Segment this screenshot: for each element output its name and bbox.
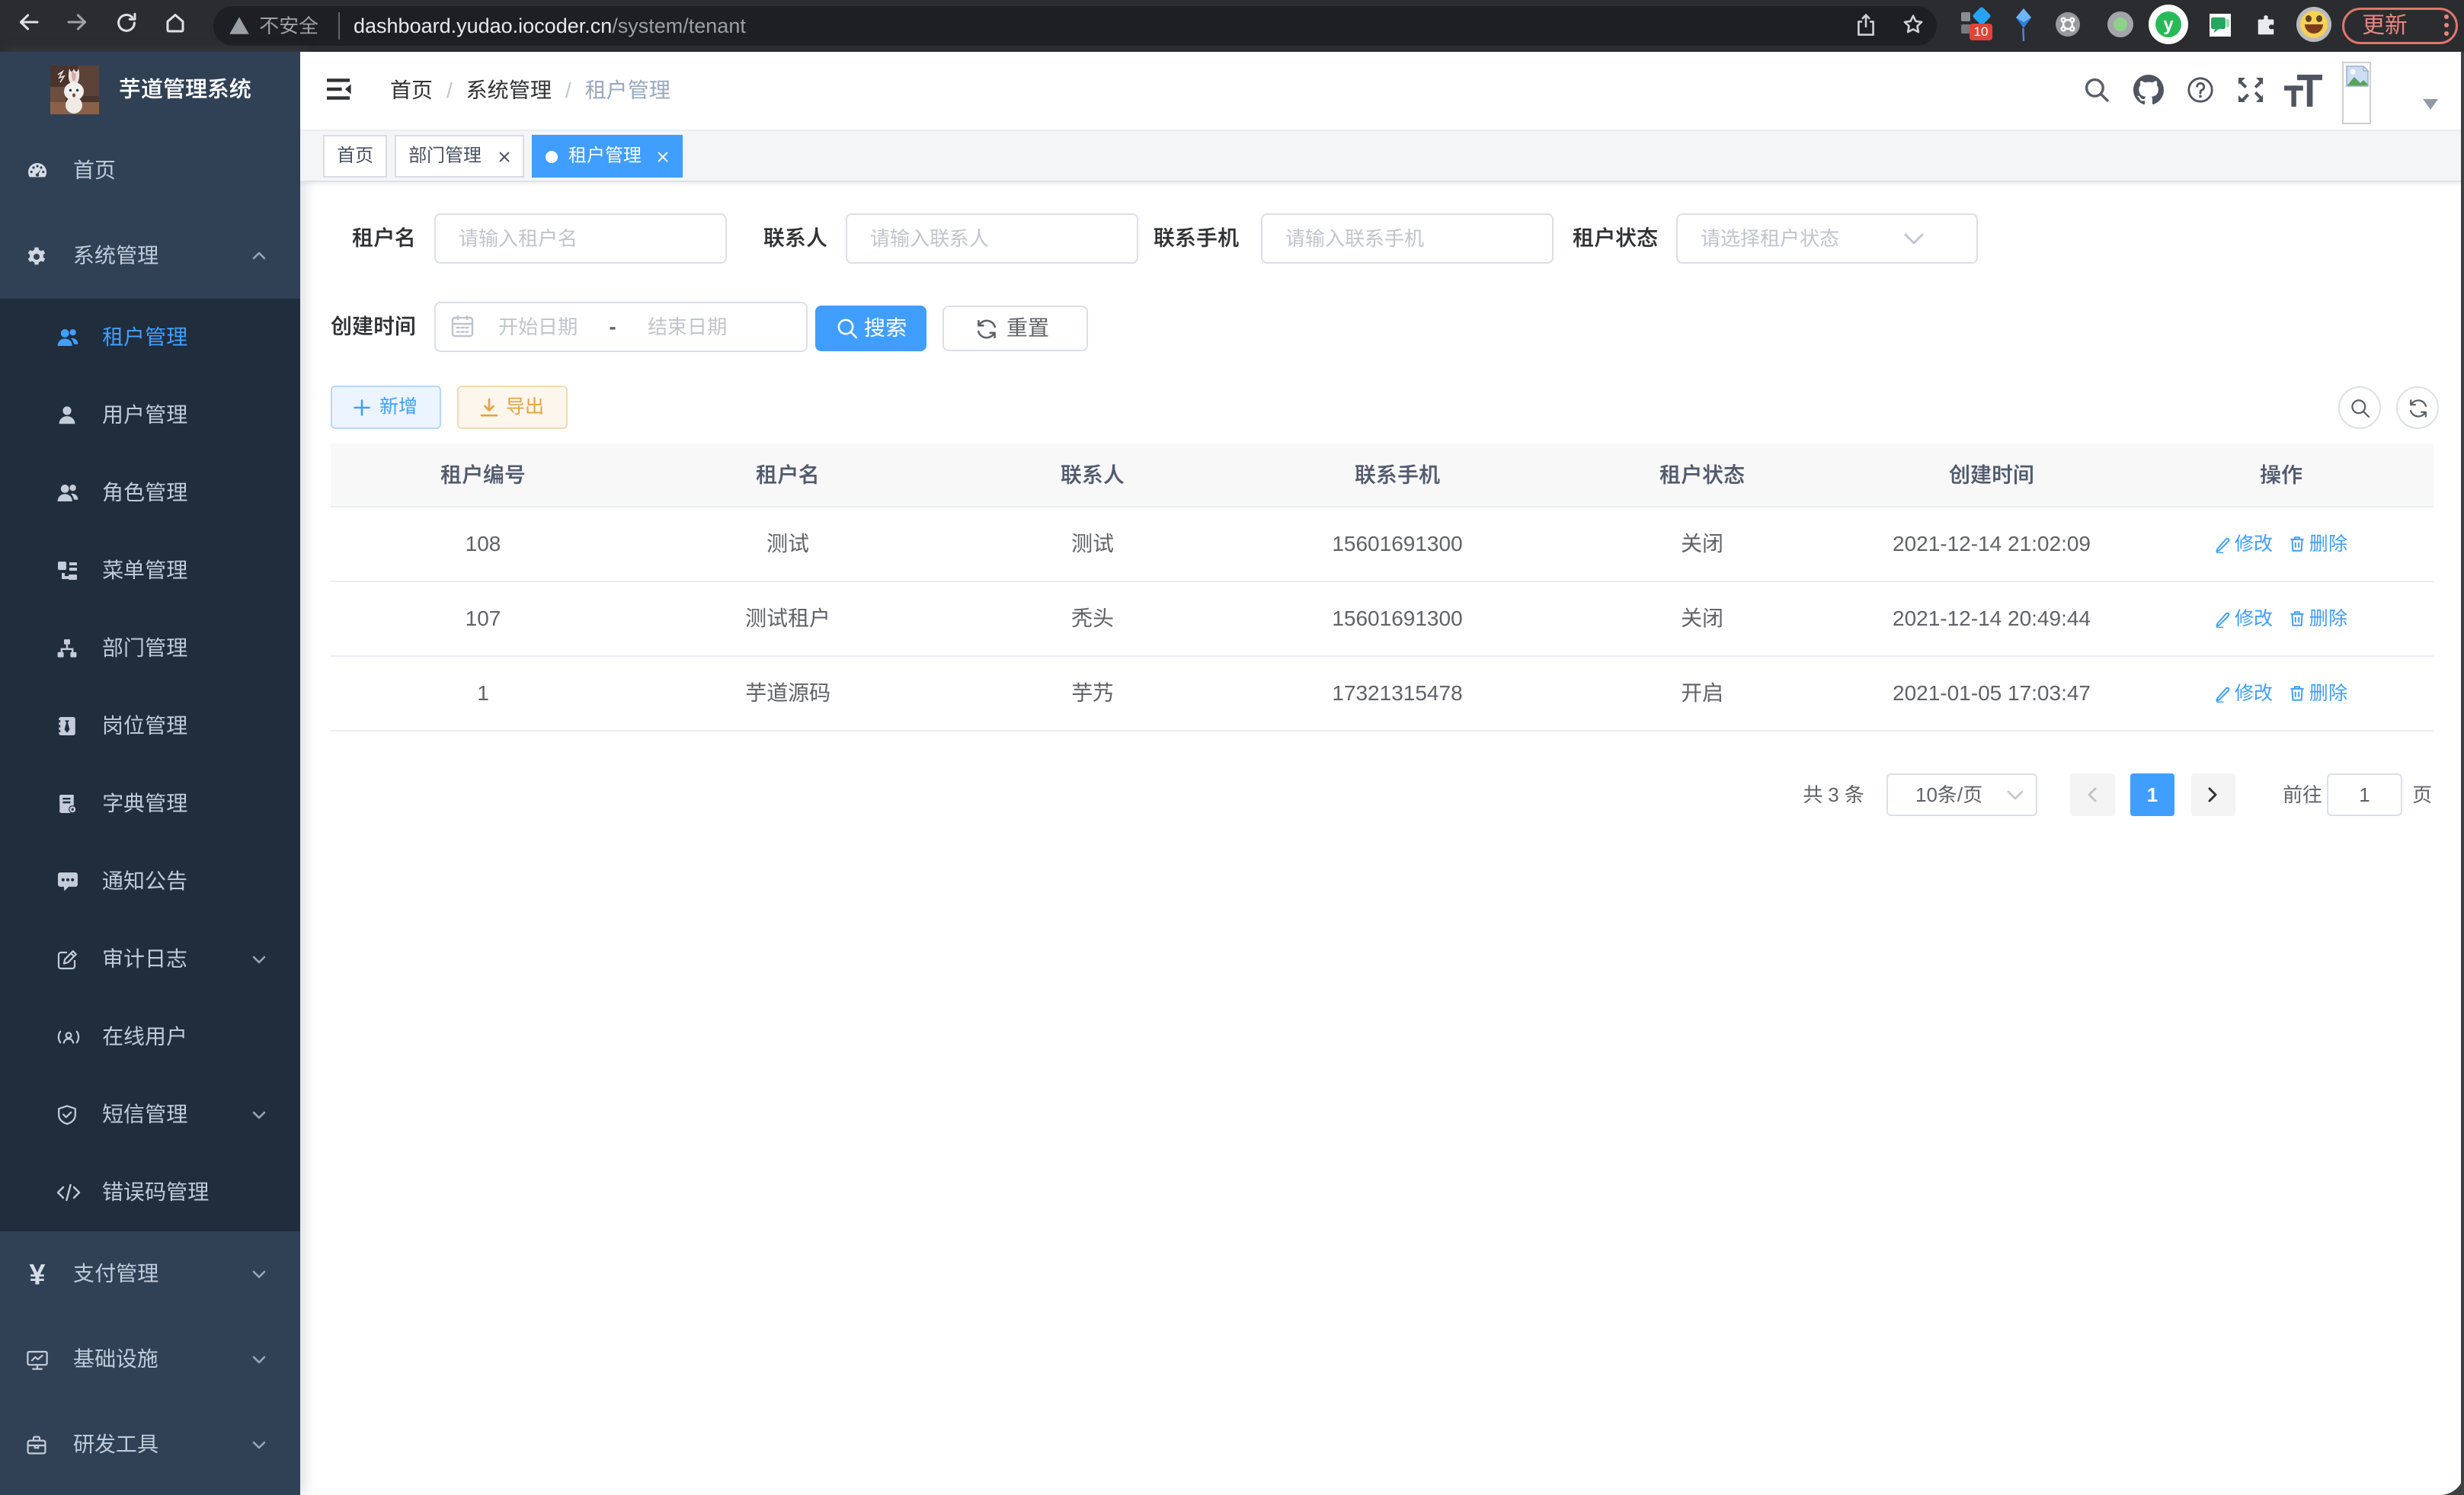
svg-text:¥: ¥	[29, 1263, 45, 1286]
